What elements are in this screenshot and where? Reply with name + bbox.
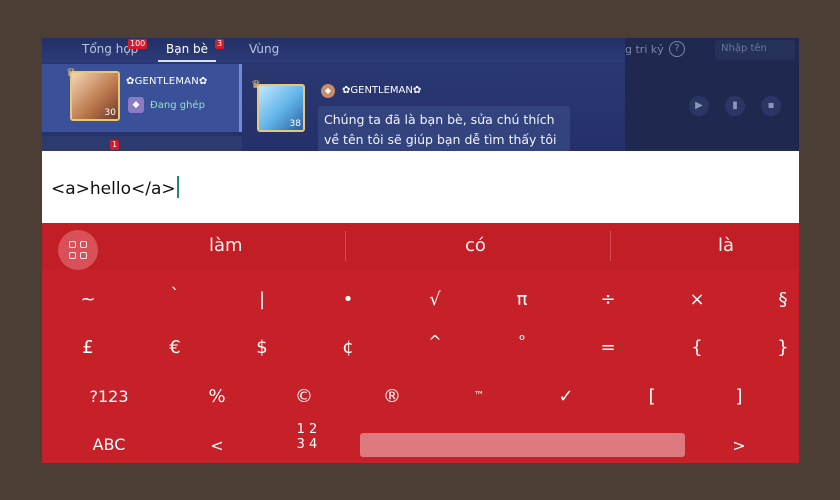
unread-badge: 1 (110, 140, 120, 150)
text-caret (176, 176, 179, 198)
key-right-bracket[interactable]: ] (709, 377, 769, 417)
friend-level: 30 (104, 108, 116, 118)
message-line-1: Chúng ta đã là bạn bè, sửa chú thích (324, 112, 555, 127)
key-sqrt[interactable]: √ (405, 280, 465, 320)
key-right-brace[interactable]: } (753, 328, 799, 368)
suggestion-divider (345, 231, 346, 261)
key-pipe[interactable]: | (232, 280, 292, 320)
symbols-page-toggle[interactable]: 1 2 3 4 (282, 422, 332, 452)
friend-name: ✿GENTLEMAN✿ (126, 76, 208, 87)
name-search-input[interactable]: Nhập tên (715, 40, 795, 60)
suggestion-divider (610, 231, 611, 261)
apps-grid-icon[interactable] (58, 230, 98, 270)
suggestion-2[interactable]: có (465, 235, 486, 256)
avatar: 30 (70, 71, 120, 121)
page-indicator-top: 1 2 (296, 422, 318, 437)
symbol-keyboard: làm có là ~ ` | • √ π ÷ × § £ € $ ¢ ^ ° … (42, 223, 799, 463)
chat-tab-bar: Tổng hợp 100 Bạn bè 3 Vùng (42, 38, 625, 62)
sender-level: 38 (289, 119, 301, 129)
tab-ban-be-badge: 3 (215, 39, 225, 49)
key-pi[interactable]: π (492, 280, 552, 320)
key-dollar[interactable]: $ (232, 328, 292, 368)
message-line-2: về tên tôi sẽ giúp bạn dễ tìm thấy tôi (324, 132, 557, 147)
sender-name: ✿GENTLEMAN✿ (342, 85, 422, 96)
suggestion-strip: làm có là (42, 223, 799, 270)
key-less-than[interactable]: < (187, 426, 247, 463)
tab-vung[interactable]: Vùng (249, 42, 279, 56)
key-pound[interactable]: £ (58, 328, 118, 368)
key-copyright[interactable]: © (274, 377, 334, 417)
chat-input-bar[interactable]: <a>hello</a> (42, 151, 799, 223)
help-icon[interactable]: ? (669, 41, 685, 57)
trash-icon[interactable]: ▮ (725, 96, 745, 116)
active-tab-indicator (158, 60, 216, 62)
key-registered[interactable]: ® (362, 377, 422, 417)
chat-input[interactable]: <a>hello</a> (51, 176, 179, 199)
space-bar[interactable] (360, 433, 685, 457)
message-bubble: Chúng ta đã là bạn bè, sửa chú thích về … (318, 106, 570, 152)
soulmate-label: g tri kỷ (625, 43, 664, 56)
right-panel: g tri kỷ ? Nhập tên ▶ ▮ ▪ (625, 38, 799, 151)
key-degree[interactable]: ° (492, 322, 552, 362)
key-tilde[interactable]: ~ (58, 280, 118, 320)
key-equals[interactable]: = (578, 328, 638, 368)
suggestion-3[interactable]: là (718, 235, 734, 256)
game-chat-area: Tổng hợp 100 Bạn bè 3 Vùng g tri kỷ ? Nh… (42, 38, 799, 156)
page-indicator-bottom: 3 4 (296, 437, 318, 452)
key-bullet[interactable]: • (318, 280, 378, 320)
chat-bubble-icon[interactable]: ▪ (761, 96, 781, 116)
key-left-brace[interactable]: { (667, 328, 727, 368)
key-euro[interactable]: € (145, 328, 205, 368)
tab-tong-hop-badge: 100 (128, 39, 148, 49)
key-trademark[interactable]: ™ (449, 379, 509, 419)
key-numbers-toggle[interactable]: ?123 (79, 377, 139, 417)
suggestion-1[interactable]: làm (209, 235, 243, 256)
key-abc[interactable]: ABC (79, 425, 139, 463)
key-caret[interactable]: ^ (405, 322, 465, 362)
key-section[interactable]: § (753, 280, 799, 320)
tab-ban-be[interactable]: Bạn bè (166, 42, 208, 56)
friend-list-item[interactable]: ♛ 30 ✿GENTLEMAN✿ ◆ Đang ghép (42, 64, 242, 132)
chat-input-text: <a>hello</a> (51, 179, 176, 199)
rank-icon: ◆ (128, 97, 144, 113)
key-divide[interactable]: ÷ (578, 280, 638, 320)
friend-status: Đang ghép (150, 100, 205, 111)
key-left-bracket[interactable]: [ (622, 377, 682, 417)
key-multiply[interactable]: × (667, 280, 727, 320)
video-icon[interactable]: ▶ (689, 96, 709, 116)
key-greater-than[interactable]: > (709, 426, 769, 463)
crest-icon: ◆ (321, 84, 335, 98)
sender-avatar: 38 (257, 84, 305, 132)
key-cent[interactable]: ¢ (318, 328, 378, 368)
key-checkmark[interactable]: ✓ (536, 377, 596, 417)
key-percent[interactable]: % (187, 377, 247, 417)
phone-screen: Tổng hợp 100 Bạn bè 3 Vùng g tri kỷ ? Nh… (42, 38, 799, 463)
key-backtick[interactable]: ` (145, 276, 205, 316)
